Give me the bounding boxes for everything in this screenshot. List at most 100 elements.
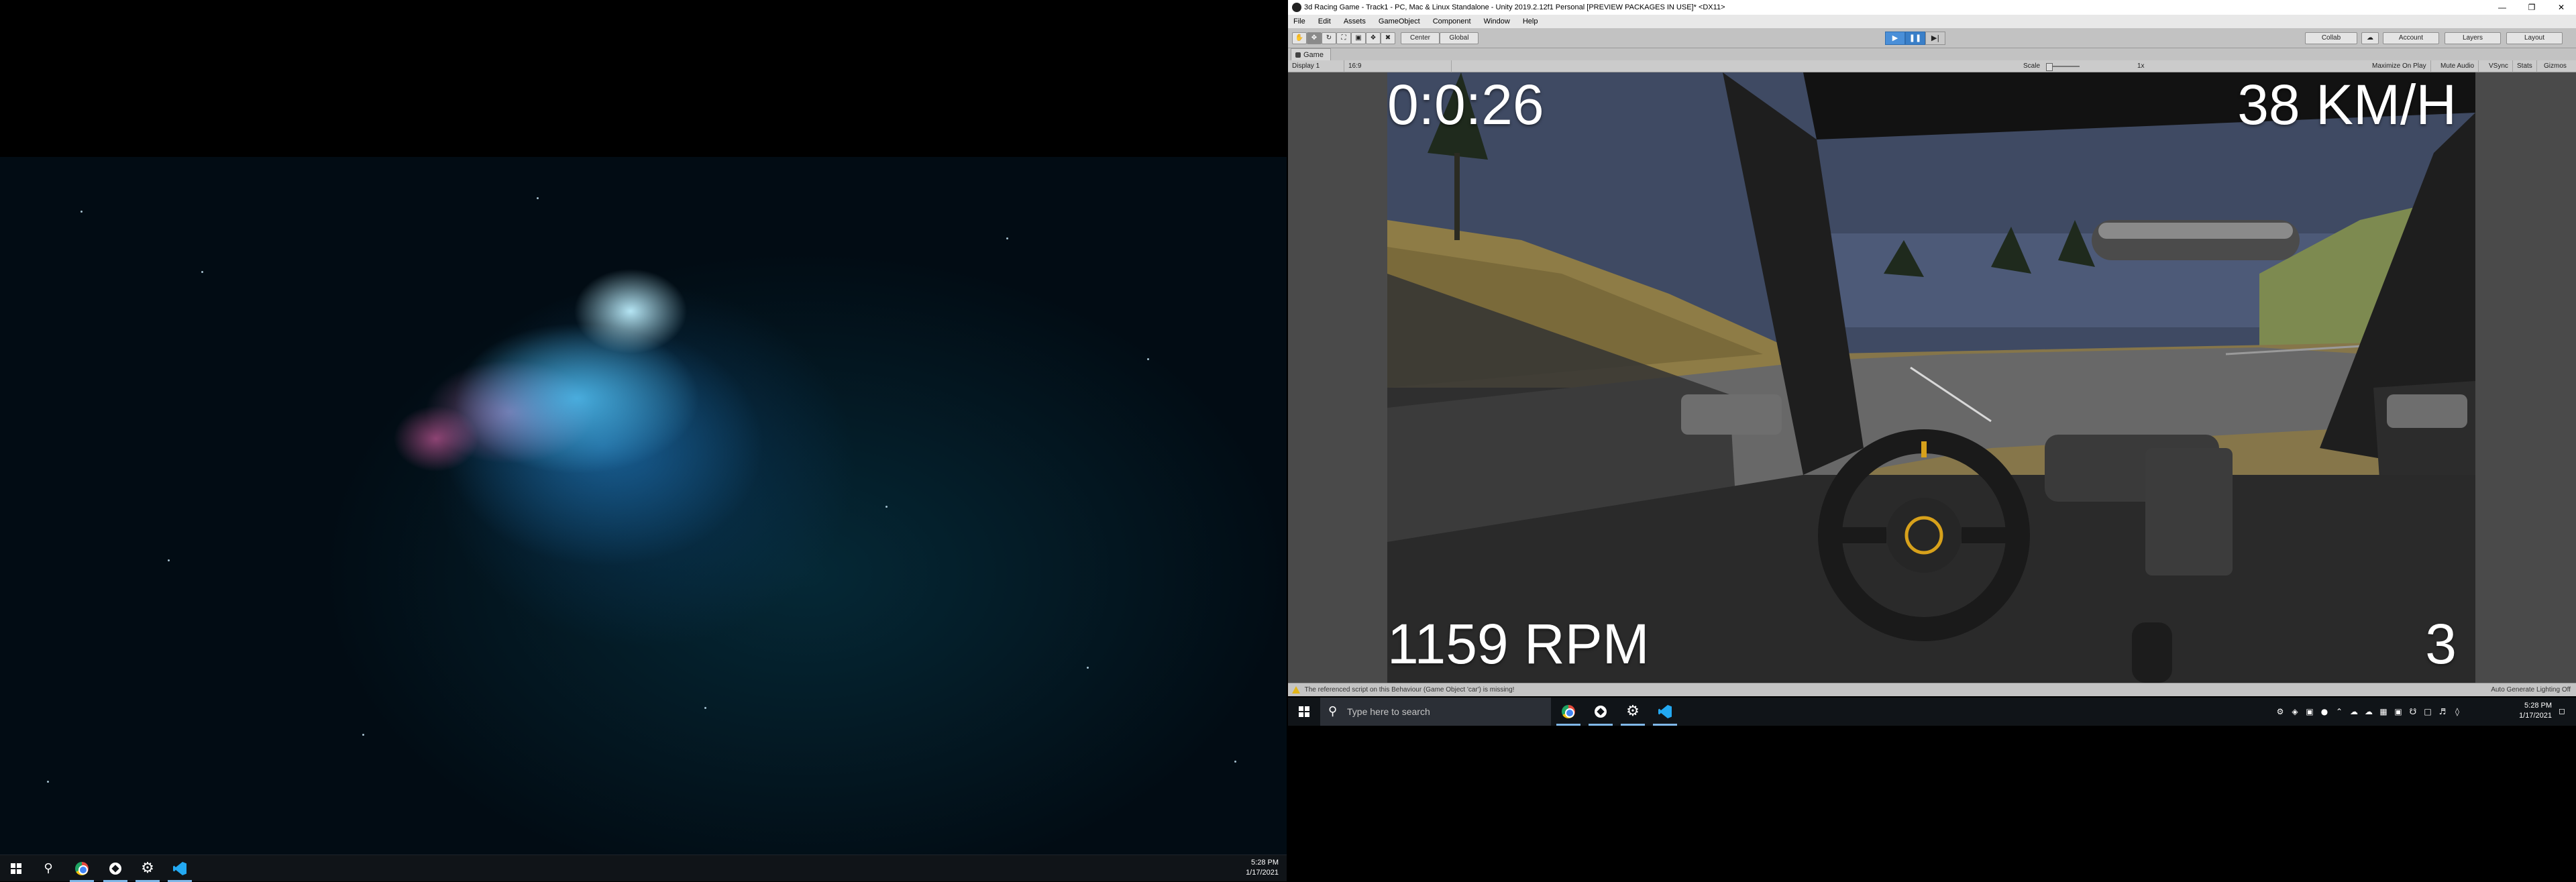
menu-component[interactable]: Component	[1428, 15, 1477, 28]
tray-icon[interactable]: ⚙	[2274, 706, 2286, 718]
rotate-tool[interactable]: ↻	[1322, 32, 1336, 44]
taskbar-settings[interactable]: ⚙	[1617, 698, 1649, 726]
pause-button[interactable]: ❚❚	[1905, 32, 1925, 45]
notification-icon[interactable]: ◻	[2556, 705, 2568, 717]
chrome-icon	[75, 862, 89, 875]
desktop-wallpaper	[0, 157, 1287, 855]
menu-help[interactable]: Help	[1517, 15, 1544, 28]
taskbar: ⚲ Type here to search ⚙ ⚙ ◈ ▣ ● ⌃ ☁ ☁ ▦ …	[1288, 698, 2576, 726]
step-button[interactable]: ▶|	[1925, 32, 1945, 45]
unity-toolbar: ✋ ✥ ↻ ⛶ ▣ ❖ ✖ Center Global ▶ ❚❚ ▶| Coll…	[1288, 28, 2576, 48]
start-button[interactable]	[0, 855, 32, 882]
clock-time: 5:28 PM	[2524, 702, 2552, 710]
taskbar-settings[interactable]: ⚙	[131, 855, 164, 882]
custom-tool[interactable]: ✖	[1381, 32, 1395, 44]
taskbar: ⚲ ⚙ 5:28 PM 1/17/2021	[0, 855, 1287, 882]
search-button[interactable]: ⚲	[32, 855, 64, 882]
account-dropdown[interactable]: Account	[2383, 32, 2439, 44]
tray-icon[interactable]: ◊	[2451, 706, 2463, 718]
vscode-icon	[1658, 705, 1672, 718]
aspect-dropdown[interactable]: 16:9	[1344, 60, 1452, 72]
stats-toggle[interactable]: Stats	[2513, 60, 2537, 72]
collab-dropdown[interactable]: Collab	[2305, 32, 2357, 44]
tray-icon[interactable]: ◈	[2289, 706, 2301, 718]
scale-label: Scale	[2023, 62, 2041, 70]
hand-tool[interactable]: ✋	[1292, 32, 1307, 44]
warning-icon	[1292, 685, 1300, 694]
console-warning[interactable]: The referenced script on this Behaviour …	[1305, 686, 1515, 694]
cloud-icon[interactable]: ☁	[2363, 706, 2375, 718]
scale-slider[interactable]	[2046, 63, 2080, 71]
menu-file[interactable]: File	[1288, 15, 1311, 28]
chevron-up-icon[interactable]: ⌃	[2333, 706, 2345, 718]
scale-value: 1x	[2137, 62, 2145, 70]
start-button[interactable]	[1288, 698, 1320, 726]
menu-window[interactable]: Window	[1479, 15, 1515, 28]
transform-tool[interactable]: ❖	[1366, 32, 1381, 44]
unity-icon	[1292, 3, 1301, 12]
taskbar-unity[interactable]	[99, 855, 131, 882]
pivot-toggle[interactable]: Center	[1401, 32, 1440, 44]
mute-audio-toggle[interactable]: Mute Audio	[2436, 60, 2479, 72]
gear-icon: ⚙	[141, 860, 154, 877]
rect-tool[interactable]: ▣	[1351, 32, 1366, 44]
game-view: 0:0:26 38 KM/H 1159 RPM 3	[1288, 72, 2576, 683]
menu-gameobject[interactable]: GameObject	[1373, 15, 1426, 28]
bluetooth-icon[interactable]: ☋	[2407, 706, 2419, 718]
gizmos-dropdown[interactable]: Gizmos	[2540, 60, 2571, 72]
steering-hub	[1886, 498, 1962, 573]
play-button[interactable]: ▶	[1885, 32, 1905, 45]
search-box[interactable]: ⚲ Type here to search	[1320, 698, 1551, 726]
menu-edit[interactable]: Edit	[1313, 15, 1336, 28]
gear-icon: ⚙	[1626, 703, 1640, 720]
side-mirror-right	[2387, 394, 2467, 428]
tab-game[interactable]: Game	[1291, 48, 1331, 60]
taskbar-vscode[interactable]	[164, 855, 196, 882]
game-render[interactable]: 0:0:26 38 KM/H 1159 RPM 3	[1387, 72, 2475, 683]
network-icon[interactable]: □	[2422, 706, 2434, 718]
tray-icon[interactable]: ▦	[2377, 706, 2390, 718]
tray-icon[interactable]: ▣	[2392, 706, 2404, 718]
gear-shifter	[2132, 622, 2172, 683]
layers-dropdown[interactable]: Layers	[2445, 32, 2501, 44]
layout-dropdown[interactable]: Layout	[2506, 32, 2563, 44]
hud-rpm: 1159 RPM	[1387, 612, 1650, 675]
close-button[interactable]: ✕	[2546, 0, 2576, 15]
scale-tool[interactable]: ⛶	[1336, 32, 1351, 44]
taskbar-unity[interactable]	[1585, 698, 1617, 726]
tab-strip: Game	[1288, 48, 2576, 60]
tray-icon[interactable]: ●	[2318, 706, 2330, 718]
taskbar-chrome[interactable]	[1552, 698, 1585, 726]
display-dropdown[interactable]: Display 1	[1288, 60, 1344, 72]
tree-trunk	[1454, 153, 1460, 240]
clock-time: 5:28 PM	[1251, 859, 1279, 867]
move-tool[interactable]: ✥	[1307, 32, 1322, 44]
space-toggle[interactable]: Global	[1440, 32, 1479, 44]
taskbar-clock[interactable]: 5:28 PM 1/17/2021	[2519, 701, 2552, 721]
chrome-icon	[1562, 705, 1575, 718]
taskbar-clock[interactable]: 5:28 PM 1/17/2021	[1246, 858, 1279, 878]
unity-icon	[1595, 706, 1607, 718]
status-bar[interactable]: The referenced script on this Behaviour …	[1288, 683, 2576, 696]
cloud-button[interactable]: ☁	[2361, 32, 2379, 44]
windows-icon	[11, 863, 21, 874]
menu-assets[interactable]: Assets	[1338, 15, 1371, 28]
tray-icon[interactable]: ▣	[2304, 706, 2316, 718]
right-monitor: 3d Racing Game - Track1 - PC, Mac & Linu…	[1288, 0, 2576, 726]
search-placeholder: Type here to search	[1347, 706, 1430, 717]
hud-gear: 3	[2425, 612, 2457, 675]
minimize-button[interactable]: —	[2487, 0, 2517, 15]
taskbar-vscode[interactable]	[1649, 698, 1681, 726]
volume-icon[interactable]: ♬	[2436, 706, 2449, 718]
window-titlebar[interactable]: 3d Racing Game - Track1 - PC, Mac & Linu…	[1288, 0, 2576, 15]
clock-date: 1/17/2021	[1246, 869, 1279, 877]
maximize-button[interactable]: ❐	[2517, 0, 2546, 15]
menu-bar: File Edit Assets GameObject Component Wi…	[1288, 15, 2576, 28]
hud-timer: 0:0:26	[1387, 73, 1544, 136]
vsync-toggle[interactable]: VSync	[2485, 60, 2513, 72]
taskbar-chrome[interactable]	[66, 855, 98, 882]
cloud-icon[interactable]: ☁	[2348, 706, 2360, 718]
maximize-on-play-toggle[interactable]: Maximize On Play	[2368, 60, 2431, 72]
vscode-icon	[173, 862, 186, 875]
search-icon: ⚲	[44, 861, 53, 875]
